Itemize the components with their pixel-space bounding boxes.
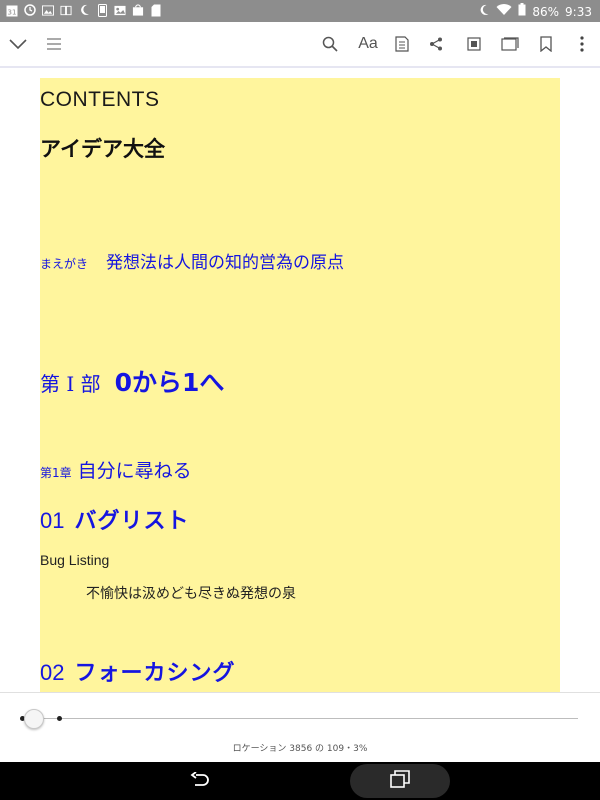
preface-title: 発想法は人間の知的営為の原点 [106, 253, 345, 273]
chapter-label: 第1章 [40, 466, 72, 480]
wifi-icon [496, 3, 512, 20]
notebook-icon[interactable] [390, 32, 414, 56]
bookmark-icon[interactable] [534, 32, 558, 56]
battery-icon [518, 3, 526, 20]
notification-icons: 31 [6, 3, 162, 17]
reader-view[interactable]: CONTENTS アイデア大全 まえがき 発想法は人間の知的営為の原点 第 I 部… [0, 70, 600, 692]
image-icon [114, 3, 126, 17]
recent-apps-button[interactable] [350, 764, 450, 798]
phone-icon [96, 3, 108, 17]
toc-link-section-01[interactable]: 01 バグリスト [40, 503, 190, 535]
font-settings-label: Aa [358, 35, 378, 52]
preface-label: まえがき [40, 257, 89, 271]
back-icon[interactable] [188, 770, 212, 792]
recent-apps-icon [390, 770, 410, 792]
system-status: 86% 9:33 [478, 3, 592, 20]
calendar-day: 31 [8, 8, 17, 16]
section-title: フォーカシング [74, 661, 236, 686]
progress-track[interactable] [22, 718, 578, 719]
font-settings-button[interactable]: Aa [354, 32, 382, 56]
toc-link-chapter-1[interactable]: 第1章 自分に尋ねる [40, 456, 192, 483]
menu-icon[interactable] [42, 32, 66, 56]
system-nav-bar [0, 762, 600, 800]
progress-slider-thumb[interactable] [24, 709, 44, 729]
book-title: アイデア大全 [40, 137, 165, 161]
toc-link-part-1[interactable]: 第 I 部 0から1へ [40, 363, 224, 399]
battery-percent: 86% [532, 4, 560, 19]
section-title: バグリスト [74, 509, 190, 534]
contents-heading: CONTENTS [40, 88, 160, 111]
more-icon[interactable] [570, 32, 594, 56]
status-bar: 31 86% 9:33 [0, 0, 600, 22]
search-icon[interactable] [318, 32, 342, 56]
track-position-dot [57, 716, 62, 721]
part-title: 0から1へ [114, 368, 225, 397]
section-number: 02 [40, 660, 65, 685]
toc-link-preface[interactable]: まえがき 発想法は人間の知的営為の原点 [40, 248, 344, 273]
clock-time: 9:33 [565, 4, 592, 19]
xray-icon[interactable] [462, 32, 486, 56]
section-number: 01 [40, 508, 65, 533]
toc-link-section-02[interactable]: 02 フォーカシング [40, 655, 236, 687]
section-english-title: Bug Listing [40, 552, 110, 568]
book-icon [60, 3, 72, 17]
sd-card-icon [150, 3, 162, 17]
calendar-icon: 31 [6, 3, 18, 17]
moon-icon [78, 3, 90, 17]
moon-icon [478, 4, 490, 20]
store-icon [132, 3, 144, 17]
location-text: ロケーション 3856 の 109・3% [232, 744, 368, 754]
page-flip-icon[interactable] [498, 32, 522, 56]
reader-toolbar: Aa [0, 22, 600, 68]
chevron-down-icon[interactable] [6, 32, 30, 56]
highlighted-page: CONTENTS アイデア大全 まえがき 発想法は人間の知的営為の原点 第 I 部… [40, 78, 560, 692]
clock-icon [24, 3, 36, 17]
part-label: 第 I 部 [40, 372, 101, 396]
share-icon[interactable] [424, 32, 448, 56]
section-subtitle: 不愉快は汲めども尽きぬ発想の泉 [86, 586, 296, 602]
progress-bar-area: ロケーション 3856 の 109・3% [0, 692, 600, 762]
chapter-title: 自分に尋ねる [77, 460, 192, 482]
gallery-icon [42, 3, 54, 17]
